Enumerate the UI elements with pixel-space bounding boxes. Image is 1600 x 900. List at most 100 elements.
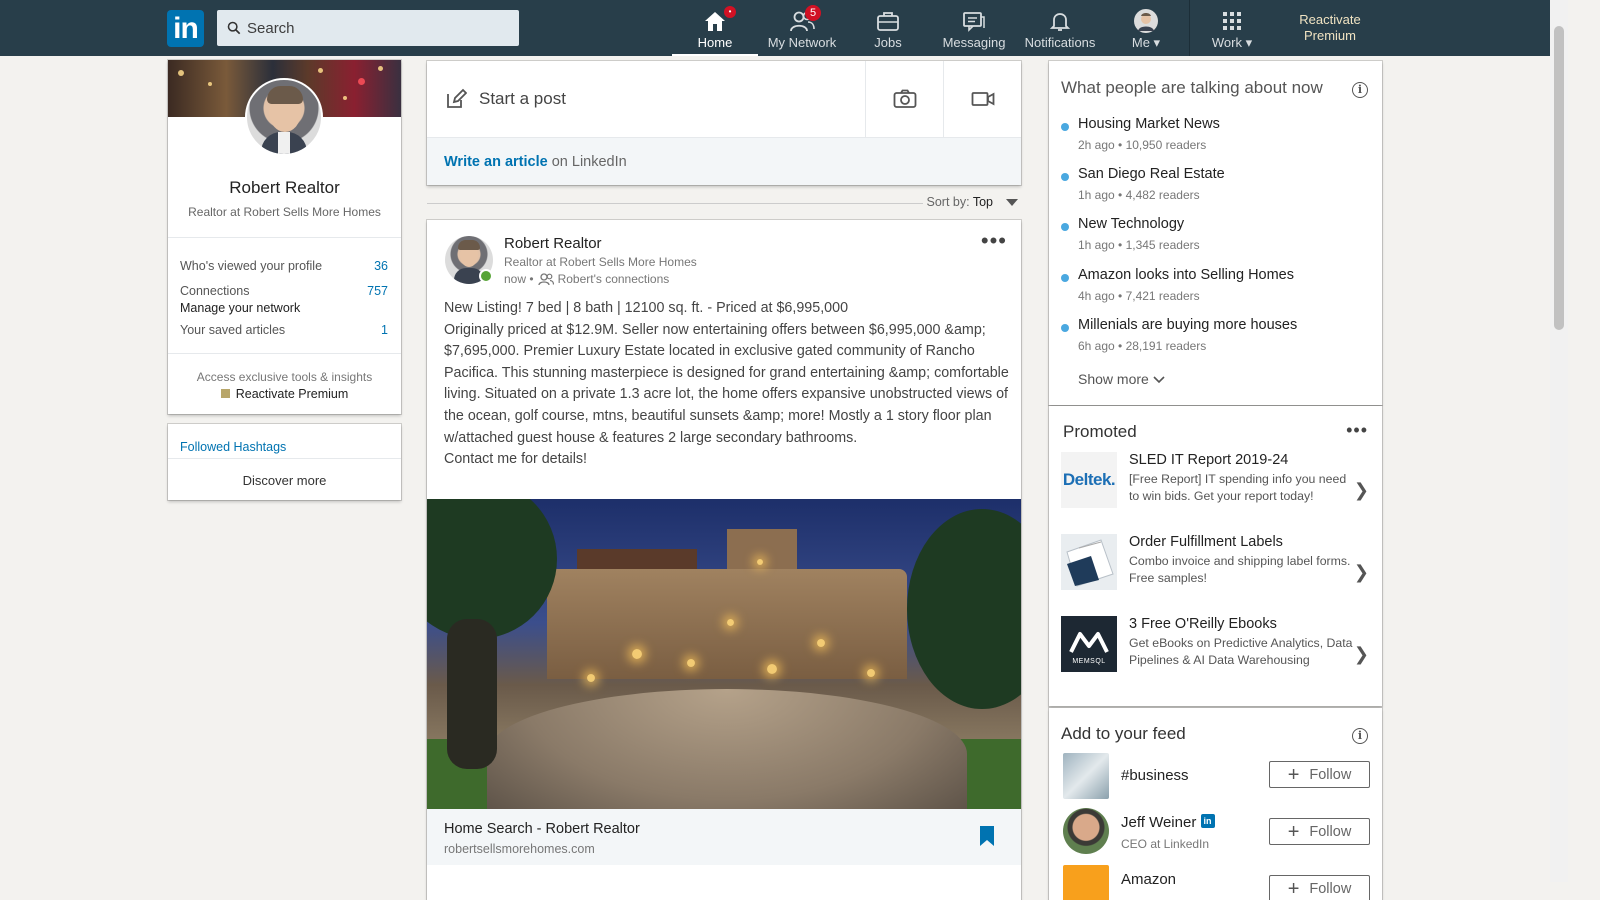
show-more-button[interactable]: Show more xyxy=(1078,371,1165,387)
bullet-icon xyxy=(1061,324,1069,332)
post-text: New Listing! 7 bed | 8 bath | 12100 sq. … xyxy=(444,300,1009,468)
sort-value: Top xyxy=(972,195,993,209)
post-author-name[interactable]: Robert Realtor xyxy=(504,235,602,252)
nav-home-label: Home xyxy=(697,35,733,50)
label-forms-logo xyxy=(1061,534,1117,590)
post-visibility: Robert's connections xyxy=(557,272,670,286)
info-icon[interactable]: i xyxy=(1352,728,1368,744)
manage-network-link[interactable]: Manage your network xyxy=(180,301,300,315)
nav-home[interactable]: • Home xyxy=(672,0,758,56)
post-link-preview[interactable]: Home Search - Robert Realtor robertsells… xyxy=(427,809,1021,865)
stat-value: 757 xyxy=(367,284,388,298)
reactivate-premium-button[interactable]: Reactivate Premium xyxy=(168,387,401,401)
jeff-weiner-avatar[interactable] xyxy=(1063,808,1109,854)
memsql-logo-text: MEMSQL xyxy=(1072,658,1106,665)
discover-more-link[interactable]: Discover more xyxy=(168,473,401,488)
chevron-right-icon: ❯ xyxy=(1353,644,1369,664)
chevron-right-icon: ❯ xyxy=(1353,562,1369,582)
news-card: What people are talking about now i Hous… xyxy=(1049,61,1382,405)
bullet-icon xyxy=(1061,123,1069,131)
nav-me[interactable]: Me ▾ xyxy=(1116,0,1176,56)
write-article-link[interactable]: Write an article xyxy=(444,154,548,170)
reactivate-premium-link[interactable]: Reactivate Premium xyxy=(1290,12,1370,44)
follow-label: Follow xyxy=(1309,766,1352,783)
briefcase-icon xyxy=(875,9,901,33)
caret-down-icon[interactable] xyxy=(1006,199,1018,206)
start-post-label: Start a post xyxy=(479,89,566,108)
stat-saved-articles[interactable]: Your saved articles 1 xyxy=(180,323,388,337)
nav-my-network-label: My Network xyxy=(767,35,837,50)
follow-button[interactable]: + Follow xyxy=(1269,761,1370,788)
home-badge: • xyxy=(724,6,736,18)
nav-notifications[interactable]: Notifications xyxy=(1020,0,1100,56)
plus-icon: + xyxy=(1287,877,1300,900)
news-item-meta: 4h ago • 7,421 readers xyxy=(1078,289,1200,303)
share-box: Start a post Write an article on LinkedI… xyxy=(427,61,1021,185)
post-options-button[interactable]: ••• xyxy=(981,230,1007,252)
sort-dropdown[interactable]: Sort by: Top xyxy=(922,195,993,209)
premium-line-1: Reactivate xyxy=(1299,12,1361,27)
profile-avatar[interactable] xyxy=(245,78,323,156)
info-icon[interactable]: i xyxy=(1352,82,1368,98)
stat-connections[interactable]: Connections 757 xyxy=(180,284,388,298)
ad-item[interactable]: Order Fulfillment Labels Combo invoice a… xyxy=(1061,534,1373,600)
page-scrollbar[interactable] xyxy=(1550,0,1568,882)
nav-work-label: Work ▾ xyxy=(1211,35,1253,50)
network-badge: 5 xyxy=(805,5,821,21)
bullet-icon xyxy=(1061,223,1069,231)
post-meta: now • Robert's connections xyxy=(504,272,669,286)
suggestion-name[interactable]: Amazon xyxy=(1121,871,1176,888)
nav-jobs[interactable]: Jobs xyxy=(858,0,918,56)
search-input[interactable] xyxy=(247,19,507,37)
amazon-logo[interactable] xyxy=(1063,865,1109,900)
premium-line-2: Premium xyxy=(1303,28,1356,43)
promoted-options-button[interactable]: ••• xyxy=(1346,420,1368,441)
ad-item[interactable]: Deltek. SLED IT Report 2019-24 [Free Rep… xyxy=(1061,452,1373,518)
nav-my-network[interactable]: 5 My Network xyxy=(760,0,844,56)
grid-icon xyxy=(1219,9,1245,33)
add-video-button[interactable] xyxy=(943,61,1021,137)
nav-notifications-label: Notifications xyxy=(1024,35,1096,50)
profile-name[interactable]: Robert Realtor xyxy=(168,178,401,198)
post-image[interactable] xyxy=(427,499,1021,809)
video-icon xyxy=(971,92,994,106)
link-url: robertsellsmorehomes.com xyxy=(444,842,595,856)
link-title[interactable]: Home Search - Robert Realtor xyxy=(444,821,640,837)
nav-messaging[interactable]: Messaging xyxy=(938,0,1010,56)
follow-button[interactable]: + Follow xyxy=(1269,875,1370,900)
stat-label: Connections xyxy=(180,284,250,298)
stat-label: Your saved articles xyxy=(180,323,286,337)
news-item-meta: 2h ago • 10,950 readers xyxy=(1078,138,1207,152)
news-item-meta: 6h ago • 28,191 readers xyxy=(1078,339,1207,353)
bookmark-icon[interactable] xyxy=(979,825,995,847)
nav-work[interactable]: Work ▾ xyxy=(1202,0,1262,56)
search-box[interactable] xyxy=(217,10,519,46)
suggestion-name[interactable]: #business xyxy=(1121,767,1189,784)
bullet-icon xyxy=(1061,173,1069,181)
plus-icon: + xyxy=(1287,763,1300,786)
nav-divider xyxy=(1189,0,1190,56)
top-nav-bar: in • Home 5 My Network Jobs Messaging xyxy=(0,0,1550,56)
business-hashtag-image[interactable] xyxy=(1063,753,1109,799)
followed-hashtags-link[interactable]: Followed Hashtags xyxy=(180,440,286,454)
show-more-label: Show more xyxy=(1078,371,1149,387)
home-icon: • xyxy=(702,6,736,33)
follow-button[interactable]: + Follow xyxy=(1269,818,1370,845)
pencil-icon xyxy=(447,88,467,108)
start-post-button[interactable]: Start a post xyxy=(427,61,865,137)
reactivate-label: Reactivate Premium xyxy=(235,387,349,401)
ad-item[interactable]: MEMSQL 3 Free O'Reilly Ebooks Get eBooks… xyxy=(1061,616,1373,682)
scrollbar-thumb[interactable] xyxy=(1554,26,1564,330)
deltek-logo: Deltek. xyxy=(1061,452,1117,508)
suggestion-name-text: Jeff Weiner xyxy=(1121,814,1197,831)
messaging-icon xyxy=(961,9,987,33)
divider xyxy=(427,203,927,204)
on-linkedin-text: on LinkedIn xyxy=(547,154,627,170)
hashtags-card: Followed Hashtags Discover more xyxy=(168,424,401,500)
suggestion-name[interactable]: Jeff Weiner in xyxy=(1121,814,1215,831)
stat-profile-views[interactable]: Who's viewed your profile 36 xyxy=(180,259,388,273)
news-item-title: San Diego Real Estate xyxy=(1078,166,1225,182)
people-icon: 5 xyxy=(789,5,821,33)
linkedin-logo[interactable]: in xyxy=(167,10,204,47)
add-photo-button[interactable] xyxy=(865,61,943,137)
